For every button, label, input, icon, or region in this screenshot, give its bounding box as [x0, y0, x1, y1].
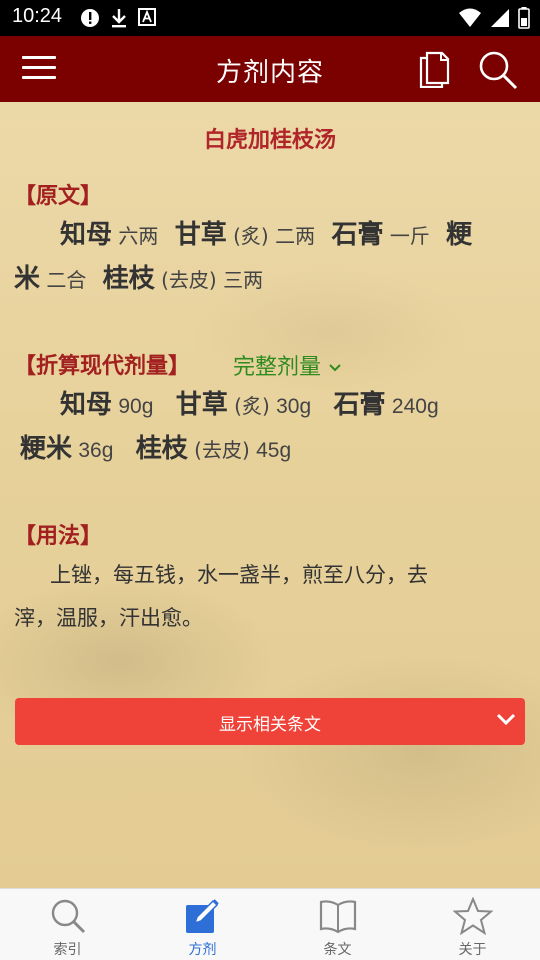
app-bar: 方剂内容 — [0, 36, 540, 102]
signal-icon — [491, 9, 509, 27]
herb-dose: 45g — [256, 439, 292, 462]
status-bar: 10:24 — [0, 0, 540, 36]
herb-name: 知母 — [60, 390, 113, 420]
nav-item-index[interactable]: 索引 — [0, 889, 135, 960]
nav-item-formula[interactable]: 方剂 — [135, 889, 270, 960]
herb-name: 粳 — [446, 220, 473, 250]
search-icon[interactable] — [478, 50, 518, 90]
nav-label: 条文 — [323, 942, 352, 958]
herb-dose: 一斤 — [389, 224, 430, 248]
herb-name: 甘草 — [175, 390, 228, 420]
herb-note: (去皮) — [194, 438, 250, 462]
bottom-navigation: 索引 方剂 条文 关于 — [0, 888, 540, 960]
section-heading-original: 【原文】 — [14, 184, 103, 209]
formula-name: 白虎加桂枝汤 — [203, 128, 336, 153]
herb-dose: 30g — [276, 395, 312, 418]
status-time: 10:24 — [12, 5, 63, 27]
chevron-down-icon — [329, 364, 341, 372]
herb-note: (去皮) — [161, 268, 217, 292]
nav-label: 方剂 — [188, 942, 217, 958]
herb-note: (炙) — [234, 394, 270, 418]
page-title: 方剂内容 — [215, 58, 324, 88]
nav-item-articles[interactable]: 条文 — [270, 889, 405, 960]
herb-dose: 36g — [78, 439, 114, 462]
edit-icon — [185, 899, 219, 933]
text-a-icon — [138, 8, 156, 26]
star-icon — [452, 897, 493, 935]
battery-icon — [518, 7, 530, 29]
herb-name: 桂枝 — [102, 264, 155, 294]
full-dose-label: 完整剂量 — [233, 355, 322, 380]
herb-name: 米 — [14, 264, 41, 294]
formula-content: 白虎加桂枝汤 【原文】 知母 六两 甘草 (炙) 二两 石膏 一斤 粳 米 二合… — [0, 102, 540, 888]
herb-name: 知母 — [60, 220, 113, 250]
herb-dose: 二两 — [275, 224, 316, 248]
herb-name: 甘草 — [174, 220, 227, 250]
alert-icon — [81, 9, 99, 27]
show-related-label: 显示相关条文 — [219, 715, 321, 735]
usage-line: 滓，温服，汗出愈。 — [14, 606, 203, 630]
herb-name: 石膏 — [331, 220, 384, 250]
usage-line: 上锉，每五钱，水一盏半，煎至八分，去 — [50, 563, 428, 587]
herb-name: 石膏 — [333, 390, 386, 420]
herb-dose: 六两 — [118, 224, 159, 248]
section-heading-modern-dose: 【折算现代剂量】 — [14, 354, 191, 379]
document-icon[interactable] — [418, 50, 450, 88]
herb-dose: 三两 — [223, 268, 264, 292]
modern-dose-text: 知母 90g 甘草 (炙) 30g 石膏 240g 粳米 36g 桂枝 (去皮)… — [14, 384, 526, 472]
herb-name: 桂枝 — [135, 434, 188, 464]
herb-dose: 90g — [118, 395, 154, 418]
usage-text: 上锉，每五钱，水一盏半，煎至八分，去 滓，温服，汗出愈。 — [14, 554, 526, 640]
section-heading-usage: 【用法】 — [14, 524, 103, 549]
herb-name: 粳米 — [20, 434, 73, 464]
original-text: 知母 六两 甘草 (炙) 二两 石膏 一斤 粳 米 二合 桂枝 (去皮) 三两 — [14, 214, 526, 302]
search-icon — [51, 899, 85, 934]
book-icon — [319, 900, 356, 934]
wifi-icon — [459, 8, 481, 27]
herb-dose: 二合 — [46, 268, 87, 292]
nav-label: 关于 — [458, 942, 487, 958]
show-related-button[interactable]: 显示相关条文 — [15, 698, 525, 745]
herb-dose: 240g — [391, 395, 439, 418]
chevron-down-icon — [496, 713, 516, 726]
nav-item-about[interactable]: 关于 — [405, 889, 540, 960]
herb-note: (炙) — [233, 224, 269, 248]
nav-label: 索引 — [53, 942, 82, 958]
download-icon — [112, 9, 126, 28]
full-dose-toggle[interactable]: 完整剂量 — [233, 349, 342, 381]
